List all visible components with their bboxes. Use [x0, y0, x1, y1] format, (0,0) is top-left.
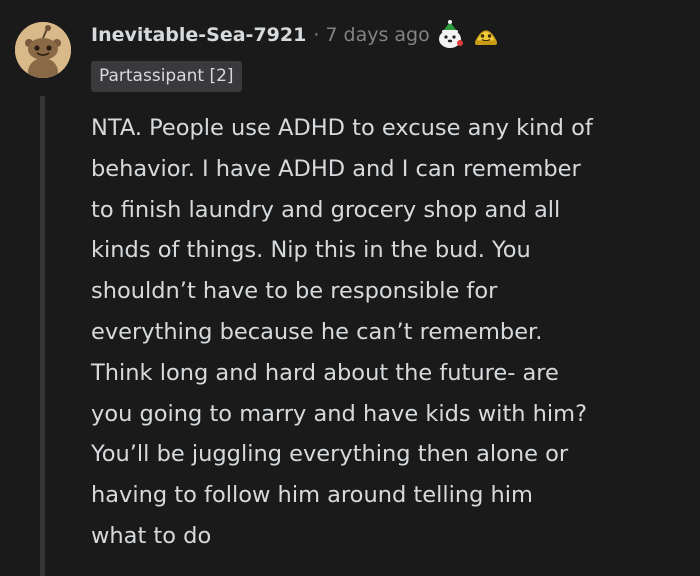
comment-body-line: behavior. I have ADHD and I can remember — [91, 155, 581, 182]
comment-body-line: to finish laundry and grocery shop and a… — [91, 196, 561, 223]
comment-body-line: NTA. People use ADHD to excuse any kind … — [91, 115, 593, 141]
avatar[interactable] — [15, 22, 71, 78]
comment-body-line: you going to marry and have kids with hi… — [91, 400, 588, 427]
timestamp-link[interactable]: 7 days ago — [325, 24, 429, 46]
comment-meta: Inevitable-Sea-7921 · 7 days ago — [91, 18, 502, 52]
comment-body: NTA. People use ADHD to excuse any kind … — [91, 108, 686, 557]
comment-body-line: shouldn’t have to be responsible for — [91, 278, 498, 305]
comment-body-line: everything because he can’t remember. — [91, 318, 543, 345]
meta-separator: · — [313, 24, 320, 46]
username-link[interactable]: Inevitable-Sea-7921 — [91, 24, 306, 46]
gold-award-icon[interactable] — [470, 19, 502, 51]
snoo-avatar-icon — [15, 22, 71, 78]
comment-body-line: You’ll be juggling everything then alone… — [91, 441, 569, 468]
comment-body-line: what to do — [91, 522, 212, 549]
comment-body-line: having to follow him around telling him — [91, 482, 533, 509]
comment-body-line: kinds of things. Nip this in the bud. Yo… — [91, 237, 531, 264]
user-flair-badge[interactable]: Partassipant [2] — [91, 61, 242, 92]
comment-body-line: Think long and hard about the future- ar… — [91, 359, 559, 386]
thread-collapse-line[interactable] — [40, 96, 45, 576]
wholesome-seal-award-icon[interactable] — [434, 19, 466, 51]
comment: Inevitable-Sea-7921 · 7 days ago Partass… — [0, 0, 700, 576]
